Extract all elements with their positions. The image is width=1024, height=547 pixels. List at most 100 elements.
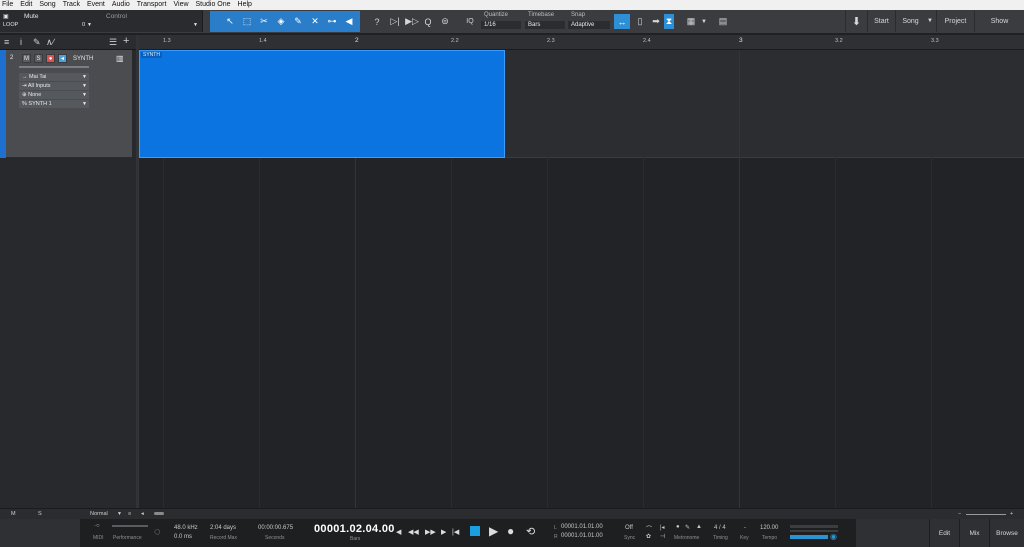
fast-forward-icon[interactable]: ▶▶ <box>425 528 436 536</box>
precount-icon[interactable]: ⌒ <box>646 524 652 533</box>
output-routing[interactable]: ⊕ None ▼ <box>19 91 89 99</box>
instrument-event[interactable]: SYNTH <box>139 50 505 158</box>
iq-button[interactable]: IQ <box>462 14 478 29</box>
timing-value[interactable]: 4 / 4 <box>714 525 726 531</box>
seconds-value[interactable]: 00:00:00.675 <box>258 525 293 531</box>
metronome-click-icon[interactable]: ● <box>676 524 680 530</box>
preroll-icon[interactable]: |◂ <box>660 524 665 531</box>
menu-help[interactable]: Help <box>238 0 252 10</box>
metronome-icon[interactable]: ▲ <box>696 524 702 530</box>
mix-button[interactable]: Mix <box>959 519 989 547</box>
song-dropdown-icon[interactable]: ▼ <box>925 10 935 32</box>
solo-button[interactable]: S <box>34 54 43 63</box>
record-icon[interactable]: ● <box>507 524 514 538</box>
range-tool-icon[interactable]: ⬚ <box>241 14 253 29</box>
loop-icon[interactable]: Q <box>422 14 434 29</box>
return-to-zero-icon[interactable]: ◀ <box>396 528 401 536</box>
loop-right-position[interactable]: 00001.01.01.00 <box>561 533 603 539</box>
track-volume-slider[interactable] <box>19 66 89 68</box>
timeline-ruler[interactable]: 1.3 1.4 2 2.2 2.3 2.4 3 3.2 3.3 <box>139 35 1024 50</box>
sync-value[interactable]: Off <box>625 525 633 531</box>
context-dropdown-icon[interactable]: ▼ <box>193 22 198 28</box>
instrument-routing[interactable]: → Mai Tai ▼ <box>19 73 89 81</box>
context-info-panel[interactable]: ▣ Mute LOOP 0 ▼ Control ▼ <box>0 10 203 32</box>
menu-transport[interactable]: Transport <box>137 0 167 10</box>
master-volume-toggle-icon[interactable]: ◉ <box>830 532 837 541</box>
project-button[interactable]: Project <box>936 10 974 32</box>
input-routing[interactable]: ⇥ All Inputs ▼ <box>19 82 89 90</box>
mute-button[interactable]: M <box>22 54 31 63</box>
forward-icon[interactable]: ▶ <box>441 528 446 536</box>
spinner-icon[interactable]: ◌ <box>154 526 161 538</box>
wrench-icon[interactable]: ✎ <box>33 37 41 48</box>
song-button[interactable]: Song <box>895 10 925 32</box>
snap-to-event-icon[interactable]: ➡ <box>650 14 662 29</box>
record-arm-icon[interactable]: ● <box>46 54 55 63</box>
menu-audio[interactable]: Audio <box>112 0 130 10</box>
menu-studio-one[interactable]: Studio One <box>196 0 231 10</box>
scroll-left-icon[interactable]: ≡ <box>128 511 131 517</box>
instrument-icon[interactable]: ▥ <box>116 54 124 63</box>
edit-button[interactable]: Edit <box>929 519 959 547</box>
paint-tool-icon[interactable]: ✎ <box>292 14 304 29</box>
snap-to-cursor-icon[interactable]: ▯ <box>634 14 646 29</box>
loop-toggle-icon[interactable]: ⟲ <box>526 525 535 538</box>
channel-routing[interactable]: % SYNTH 1 ▼ <box>19 100 89 108</box>
zoom-slider[interactable] <box>966 514 1006 515</box>
tempo-value[interactable]: 120.00 <box>760 525 778 531</box>
snap-to-grid-icon[interactable]: ⧗ <box>664 14 674 29</box>
arrow-tool-icon[interactable]: ↖ <box>224 14 236 29</box>
grid-options-icon[interactable]: ▦ <box>684 14 698 29</box>
rewind-icon[interactable]: ◀◀ <box>408 528 419 536</box>
show-button[interactable]: Show <box>974 10 1024 32</box>
track-header[interactable]: 2 M S ● ◂ SYNTH ▥ → Mai Tai ▼ ⇥ All Input… <box>0 50 132 158</box>
play-icon[interactable]: ▶ <box>489 524 498 538</box>
menu-song[interactable]: Song <box>39 0 55 10</box>
loop-left-position[interactable]: 00001.01.01.00 <box>561 524 603 530</box>
position-unit[interactable]: Bars <box>350 536 360 542</box>
grid-options-arrow-icon[interactable]: ▼ <box>700 14 708 29</box>
stop-icon[interactable] <box>470 526 480 536</box>
settings-icon[interactable]: ✿ <box>646 533 651 540</box>
position-display[interactable]: 00001.02.04.00 <box>314 523 395 535</box>
master-volume-slider[interactable] <box>790 535 828 539</box>
timebase-select[interactable]: Bars <box>525 21 565 29</box>
ripple-icon[interactable]: ⊜ <box>438 14 452 29</box>
mute-all-button[interactable]: M <box>11 511 16 517</box>
solo-all-button[interactable]: S <box>38 511 42 517</box>
track-list-icon[interactable]: ▤ <box>716 14 730 29</box>
browse-button[interactable]: Browse <box>989 519 1024 547</box>
menu-track[interactable]: Track <box>63 0 80 10</box>
menu-view[interactable]: View <box>173 0 188 10</box>
scroll-left-arrow-icon[interactable]: ◂ <box>141 511 144 517</box>
arrange-view[interactable]: SYNTH <box>139 50 1024 508</box>
key-value[interactable]: - <box>744 525 746 531</box>
record-mode-icon[interactable]: ⊣ <box>660 533 665 540</box>
help-icon[interactable]: ? <box>371 14 383 29</box>
zoom-mode-select[interactable]: Normal <box>90 511 108 517</box>
zoom-mode-arrow-icon[interactable]: ▼ <box>117 511 122 517</box>
track-list-menu-icon[interactable]: ≡ <box>4 37 9 47</box>
start-button[interactable]: Start <box>867 10 895 32</box>
horizontal-scrollbar[interactable] <box>154 512 164 515</box>
mute-tool-icon[interactable]: ✕ <box>309 14 321 29</box>
listen-tool-icon[interactable]: ◀ <box>343 14 355 29</box>
zoom-in-icon[interactable]: + <box>1010 511 1013 517</box>
snap-toggle-icon[interactable]: ↔ <box>614 14 630 29</box>
bend-tool-icon[interactable]: ⊶ <box>326 14 338 29</box>
inspector-icon[interactable]: i <box>20 37 22 47</box>
track-name[interactable]: SYNTH <box>73 56 93 62</box>
zoom-out-icon[interactable]: − <box>958 511 961 517</box>
menu-edit[interactable]: Edit <box>20 0 32 10</box>
automation-icon[interactable]: ∧∕ <box>46 37 54 48</box>
follow-icon[interactable]: ▶▷ <box>404 14 420 29</box>
monitor-icon[interactable]: ◂ <box>58 54 67 63</box>
split-tool-icon[interactable]: ✂ <box>258 14 270 29</box>
metronome-settings-icon[interactable]: ✎ <box>685 524 690 531</box>
add-track-icon[interactable]: + <box>123 35 129 47</box>
skip-back-icon[interactable]: |◀ <box>452 528 459 536</box>
autoscroll-icon[interactable]: ▷| <box>388 14 402 29</box>
snap-select[interactable]: Adaptive <box>568 21 610 29</box>
menu-event[interactable]: Event <box>87 0 105 10</box>
quantize-select[interactable]: 1/16 <box>481 21 521 29</box>
